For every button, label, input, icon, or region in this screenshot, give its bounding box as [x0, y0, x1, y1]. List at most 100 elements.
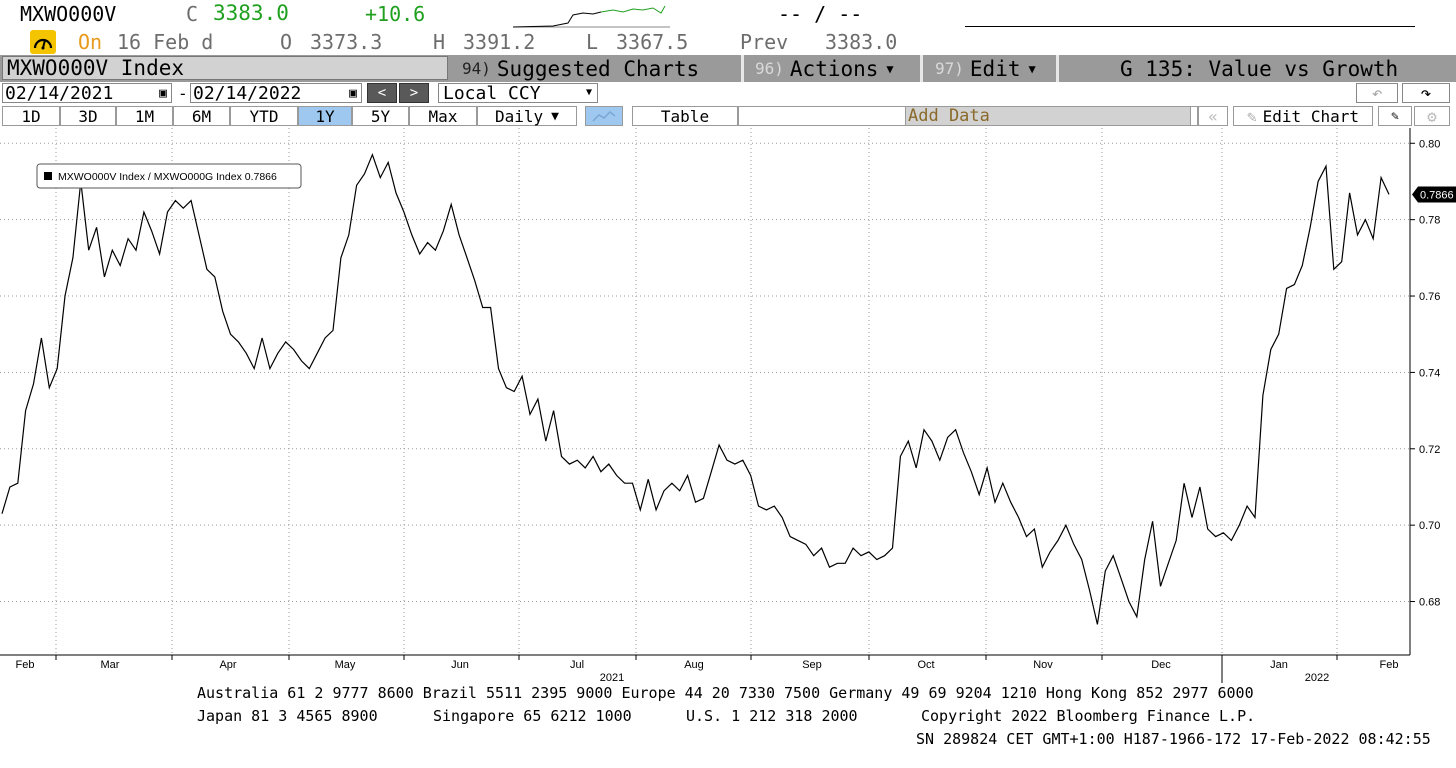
- calendar-icon[interactable]: ▣: [159, 86, 167, 101]
- actions-dropdown-icon: ▼: [886, 61, 894, 76]
- frequency-select[interactable]: Daily ▼: [477, 106, 577, 126]
- period-button-3d[interactable]: 3D: [60, 106, 116, 126]
- y-tick-label: 0.76: [1419, 291, 1440, 303]
- ticker-symbol: MXWO000V: [20, 2, 117, 26]
- footer-contact-japan: Japan 81 3 4565 8900: [197, 707, 378, 725]
- period-label: YTD: [249, 106, 279, 126]
- period-button-ytd[interactable]: YTD: [230, 106, 298, 126]
- x-tick-label: Feb: [16, 659, 35, 671]
- undo-button[interactable]: ↶: [1356, 82, 1398, 104]
- end-date-value: 02/14/2022: [193, 82, 302, 104]
- x-tick-label: Nov: [1033, 659, 1053, 671]
- end-date-field[interactable]: 02/14/2022 ▣: [190, 82, 362, 104]
- last-value-tag: 0.7866: [1412, 186, 1456, 203]
- low-value: 3367.5: [616, 30, 689, 54]
- add-data-button[interactable]: Add Data: [905, 106, 1191, 126]
- double-chevron-left-icon: «: [1208, 106, 1218, 126]
- suggested-charts-number: 94): [462, 59, 491, 78]
- edit-menu[interactable]: 97) Edit ▼: [935, 55, 1036, 82]
- edit-chart-label: Edit Chart: [1262, 106, 1359, 126]
- chevron-left-icon: <: [377, 85, 387, 101]
- close-value: 3383.0: [213, 1, 289, 25]
- footer-contacts-line1: Australia 61 2 9777 8600 Brazil 5511 239…: [197, 684, 1254, 702]
- period-button-max[interactable]: Max: [409, 106, 477, 126]
- title-separator: [920, 55, 923, 82]
- chart-grid: [0, 128, 1410, 655]
- redo-icon: ↷: [1420, 82, 1432, 104]
- next-period-button[interactable]: >: [399, 83, 429, 103]
- start-date-value: 02/14/2021: [5, 82, 114, 104]
- redo-button[interactable]: ↷: [1402, 82, 1450, 104]
- period-button-5y[interactable]: 5Y: [352, 106, 409, 126]
- period-button-6m[interactable]: 6M: [173, 106, 230, 126]
- actions-menu[interactable]: 96) Actions ▼: [755, 55, 894, 82]
- security-title[interactable]: MXWO000V Index: [2, 56, 448, 80]
- header-rule: [965, 26, 1415, 27]
- pencil-icon: ✎: [1247, 106, 1257, 126]
- calendar-icon[interactable]: ▣: [349, 86, 357, 101]
- footer-session-info: SN 289824 CET GMT+1:00 H187-1966-172 17-…: [916, 730, 1431, 748]
- period-button-1m[interactable]: 1M: [116, 106, 173, 126]
- actions-number: 96): [755, 59, 784, 78]
- y-tick-label: 0.72: [1419, 444, 1440, 456]
- chevron-down-icon: ▼: [585, 87, 592, 98]
- edit-chart-button[interactable]: ✎ Edit Chart: [1233, 106, 1373, 126]
- actions-label: Actions: [789, 56, 879, 81]
- legend-swatch: [44, 172, 52, 180]
- year-label: 2022: [1305, 672, 1329, 684]
- x-tick-label: Jan: [1270, 659, 1288, 671]
- edit-number: 97): [935, 59, 964, 78]
- y-tick-label: 0.70: [1419, 520, 1440, 532]
- suggested-charts-menu[interactable]: 94) Suggested Charts: [462, 55, 699, 82]
- x-tick-label: Mar: [101, 659, 120, 671]
- table-label: Table: [660, 106, 710, 126]
- currency-select[interactable]: Local CCY ▼: [438, 82, 598, 104]
- market-status: On: [78, 30, 103, 54]
- table-view-button[interactable]: Table: [632, 106, 738, 126]
- y-tick-label: 0.68: [1419, 597, 1440, 609]
- security-title-text: MXWO000V Index: [7, 56, 185, 80]
- open-label: O: [280, 30, 293, 54]
- quote-date: 16 Feb d: [117, 30, 214, 54]
- annotate-button[interactable]: ✎: [1378, 106, 1412, 126]
- prev-label: Prev: [740, 30, 789, 54]
- frequency-value: Daily: [495, 106, 544, 126]
- x-tick-label: Dec: [1151, 659, 1171, 671]
- x-tick-label: Feb: [1380, 659, 1399, 671]
- footer-copyright: Copyright 2022 Bloomberg Finance L.P.: [921, 707, 1256, 725]
- year-label: 2021: [600, 672, 624, 684]
- footer-contact-singapore: Singapore 65 6212 1000: [433, 707, 632, 725]
- x-tick-label: Apr: [219, 659, 236, 671]
- dropdown-arrow-icon: ▼: [551, 108, 559, 124]
- period-button-1y[interactable]: 1Y: [298, 106, 352, 126]
- low-label: L: [586, 30, 599, 54]
- x-tick-label: Aug: [684, 659, 704, 671]
- settings-button[interactable]: ⚙: [1414, 106, 1450, 126]
- close-label: C: [186, 2, 199, 26]
- period-button-1d[interactable]: 1D: [2, 106, 60, 126]
- gauge-icon[interactable]: [30, 30, 56, 54]
- x-tick-label: Jun: [451, 659, 469, 671]
- period-label: 6M: [191, 106, 212, 126]
- chart-view-toggle[interactable]: [585, 106, 623, 126]
- line-chart: 0.80 0.78 0.76 0.74 0.72 0.70 0.68 Feb Mar Apr Ma…: [0, 128, 1456, 684]
- series-line-value-growth: [1, 153, 1390, 625]
- bid-ask: -- / --: [778, 2, 863, 26]
- period-label: 1Y: [315, 106, 335, 126]
- currency-value: Local CCY: [443, 82, 541, 104]
- period-label: Max: [428, 106, 458, 126]
- chart-axes: [0, 128, 1411, 683]
- undo-icon: ↶: [1371, 82, 1383, 104]
- y-tick-label: 0.78: [1419, 215, 1440, 227]
- start-date-field[interactable]: 02/14/2021 ▣: [2, 82, 172, 104]
- last-value-text: 0.7866: [1420, 189, 1454, 201]
- legend-text: MXWO000V Index / MXWO000G Index 0.7866: [58, 171, 277, 183]
- edit-dropdown-icon: ▼: [1028, 61, 1036, 76]
- prev-period-button[interactable]: <: [367, 83, 397, 103]
- high-label: H: [433, 30, 446, 54]
- annotation-icon: ✎: [1391, 108, 1399, 124]
- date-range-dash: -: [178, 84, 188, 103]
- x-tick-label: Oct: [917, 659, 934, 671]
- y-tick-label: 0.74: [1419, 367, 1440, 379]
- collapse-button[interactable]: «: [1198, 106, 1228, 126]
